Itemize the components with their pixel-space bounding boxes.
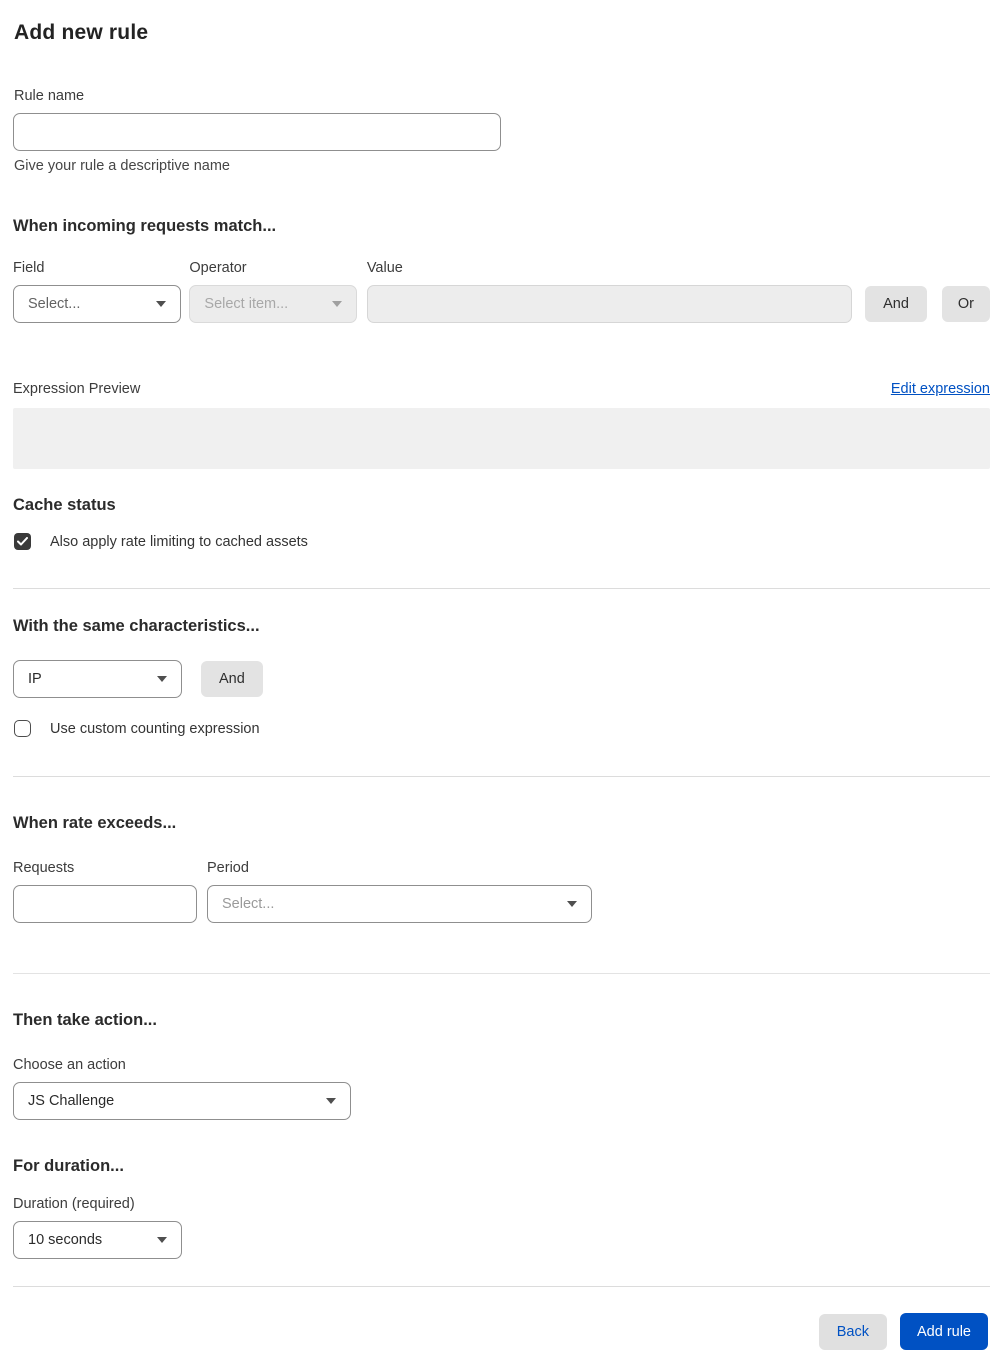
- characteristic-select[interactable]: IP: [13, 660, 182, 698]
- value-label: Value: [366, 260, 403, 276]
- requests-column: Requests: [13, 860, 197, 923]
- custom-counting-checkbox[interactable]: [14, 720, 31, 737]
- cache-checkbox-row: Also apply rate limiting to cached asset…: [14, 533, 990, 550]
- expression-header: Expression Preview Edit expression: [13, 381, 990, 397]
- choose-action-label: Choose an action: [13, 1057, 126, 1073]
- action-heading: Then take action...: [13, 1011, 157, 1029]
- characteristics-row: IP And: [13, 660, 990, 698]
- duration-label: Duration (required): [13, 1196, 135, 1212]
- divider: [13, 973, 990, 974]
- characteristics-heading: With the same characteristics...: [13, 617, 260, 635]
- operator-label: Operator: [189, 260, 247, 276]
- characteristics-and-button[interactable]: And: [201, 661, 263, 697]
- period-label: Period: [207, 860, 249, 876]
- value-input: [366, 285, 853, 323]
- duration-heading: For duration...: [13, 1157, 124, 1175]
- rule-name-helper: Give your rule a descriptive name: [14, 158, 230, 174]
- chevron-down-icon: [326, 1098, 336, 1104]
- value-column: Value: [366, 260, 853, 323]
- period-select-value: Select...: [222, 896, 275, 912]
- cached-assets-checkbox[interactable]: [14, 533, 31, 550]
- cache-status-heading: Cache status: [13, 496, 116, 514]
- action-select-value: JS Challenge: [28, 1093, 115, 1109]
- rule-name-label: Rule name: [14, 88, 85, 104]
- chevron-down-icon: [331, 301, 342, 307]
- checkmark-icon: [17, 537, 28, 546]
- action-select[interactable]: JS Challenge: [13, 1082, 351, 1120]
- chevron-down-icon: [156, 301, 167, 307]
- field-select-value: Select...: [28, 296, 81, 312]
- edit-expression-link[interactable]: Edit expression: [891, 381, 990, 397]
- divider: [13, 588, 990, 589]
- requests-input[interactable]: [13, 885, 197, 923]
- field-column: Field Select...: [13, 260, 182, 323]
- custom-counting-label: Use custom counting expression: [50, 720, 260, 737]
- operator-select: Select item...: [189, 285, 357, 323]
- requests-label: Requests: [13, 860, 75, 876]
- chevron-down-icon: [567, 901, 577, 907]
- back-button[interactable]: Back: [818, 1313, 887, 1350]
- add-rule-form: Add new rule Rule name Give your rule a …: [0, 0, 1002, 1362]
- footer-actions: Back Add rule: [13, 1313, 990, 1362]
- chevron-down-icon: [157, 1237, 167, 1243]
- rule-name-group: Rule name Give your rule a descriptive n…: [13, 88, 990, 174]
- characteristic-select-value: IP: [28, 671, 42, 687]
- operator-select-value: Select item...: [204, 296, 289, 312]
- duration-select-value: 10 seconds: [28, 1232, 103, 1248]
- period-column: Period Select...: [207, 860, 592, 923]
- operator-column: Operator Select item...: [189, 260, 357, 323]
- divider: [13, 1286, 990, 1287]
- period-select[interactable]: Select...: [207, 885, 592, 923]
- rule-name-input[interactable]: [13, 113, 501, 151]
- rate-heading: When rate exceeds...: [13, 814, 177, 832]
- match-section-heading: When incoming requests match...: [13, 217, 277, 235]
- rate-row: Requests Period Select...: [13, 860, 990, 923]
- counting-expression-row: Use custom counting expression: [14, 720, 990, 737]
- divider: [13, 776, 990, 777]
- or-button[interactable]: Or: [941, 286, 990, 322]
- field-select[interactable]: Select...: [13, 285, 182, 323]
- expression-preview-box: [13, 408, 990, 469]
- duration-select[interactable]: 10 seconds: [13, 1221, 182, 1259]
- expression-preview-label: Expression Preview: [13, 381, 141, 397]
- cached-assets-label: Also apply rate limiting to cached asset…: [50, 533, 308, 550]
- page-title: Add new rule: [14, 21, 149, 44]
- field-label: Field: [13, 260, 45, 276]
- and-button[interactable]: And: [865, 286, 927, 322]
- chevron-down-icon: [157, 676, 167, 682]
- add-rule-button[interactable]: Add rule: [899, 1313, 988, 1350]
- match-condition-row: Field Select... Operator Select item... …: [13, 260, 990, 323]
